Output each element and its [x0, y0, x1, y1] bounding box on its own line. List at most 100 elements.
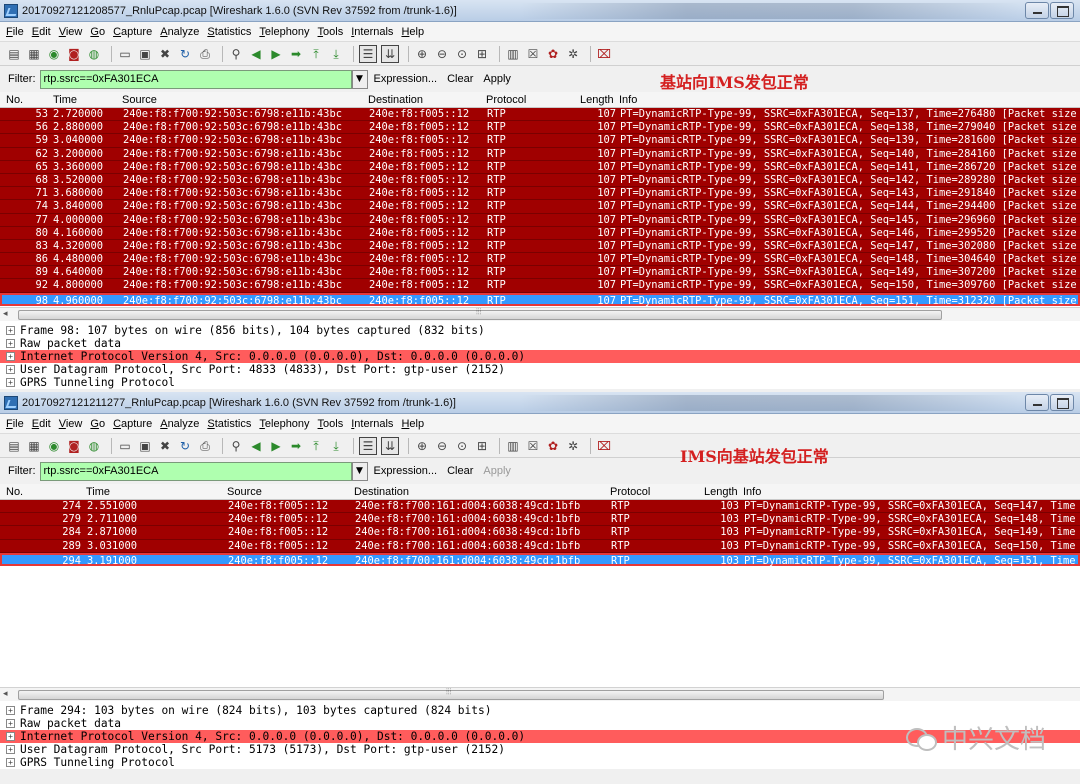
detail-tree-item[interactable]: + Internet Protocol Version 4, Src: 0.0.0…	[0, 350, 1080, 363]
stop-capture-icon[interactable]: ◙	[66, 46, 82, 62]
column-header-source[interactable]: Source	[122, 94, 157, 106]
detail-tree-item[interactable]: + Frame 98: 107 bytes on wire (856 bits),…	[0, 324, 1080, 337]
expand-icon[interactable]: +	[6, 706, 15, 715]
normal-size-icon[interactable]: ⊙	[454, 438, 470, 454]
menu-tools[interactable]: Tools	[318, 418, 344, 430]
column-header-source[interactable]: Source	[227, 486, 262, 498]
column-header-destination[interactable]: Destination	[368, 94, 423, 106]
column-header-length[interactable]: Length	[704, 486, 738, 498]
menu-analyze[interactable]: Analyze	[160, 418, 199, 430]
packet-row[interactable]: 98 4.960000 240e:f8:f700:92:503c:6798:e11b…	[0, 292, 1080, 307]
goto-icon[interactable]: ➡	[288, 438, 304, 454]
reload-icon[interactable]: ↻	[177, 438, 193, 454]
packet-row[interactable]: 80 4.160000 240e:f8:f700:92:503c:6798:e11b…	[0, 226, 1080, 240]
first-packet-icon[interactable]: ⤒	[308, 46, 324, 62]
menu-help[interactable]: Help	[401, 26, 424, 38]
autoscroll-icon[interactable]: ⇊	[381, 44, 399, 63]
horizontal-scrollbar[interactable]: ◂ ⦙⦙⦙	[0, 307, 1080, 321]
zoom-out-icon[interactable]: ⊖	[434, 46, 450, 62]
packet-row[interactable]: 86 4.480000 240e:f8:f700:92:503c:6798:e11b…	[0, 253, 1080, 267]
capture-filters-icon[interactable]: ▥	[505, 46, 521, 62]
print-icon[interactable]: ⎙	[197, 438, 213, 454]
reload-icon[interactable]: ↻	[177, 46, 193, 62]
clear-button[interactable]: Clear	[447, 465, 473, 477]
colorize-icon[interactable]: ☰	[359, 436, 377, 455]
expression-button[interactable]: Expression...	[374, 465, 438, 477]
open-file-icon[interactable]: ▭	[117, 46, 133, 62]
goto-icon[interactable]: ➡	[288, 46, 304, 62]
maximize-button[interactable]	[1050, 2, 1074, 19]
interface-list-icon[interactable]: ▤	[6, 438, 22, 454]
expand-icon[interactable]: +	[6, 719, 15, 728]
menu-statistics[interactable]: Statistics	[207, 418, 251, 430]
column-header-info[interactable]: Info	[743, 486, 761, 498]
interface-list-icon[interactable]: ▤	[6, 46, 22, 62]
save-file-icon[interactable]: ▣	[137, 46, 153, 62]
menu-internals[interactable]: Internals	[351, 418, 393, 430]
restart-capture-icon[interactable]: ◍	[86, 46, 102, 62]
menu-view[interactable]: View	[59, 418, 83, 430]
column-header-length[interactable]: Length	[580, 94, 614, 106]
clear-button[interactable]: Clear	[447, 73, 473, 85]
filter-input[interactable]: rtp.ssrc==0xFA301ECA	[39, 461, 352, 481]
detail-tree-item[interactable]: + User Datagram Protocol, Src Port: 4833 …	[0, 363, 1080, 376]
display-filters-icon[interactable]: ☒	[525, 438, 541, 454]
detail-tree-item[interactable]: + GPRS Tunneling Protocol	[0, 756, 1080, 769]
capture-options-icon[interactable]: ▦	[26, 46, 42, 62]
packet-row[interactable]: 53 2.720000 240e:f8:f700:92:503c:6798:e11b…	[0, 108, 1080, 122]
menu-telephony[interactable]: Telephony	[259, 26, 309, 38]
expand-icon[interactable]: +	[6, 378, 15, 387]
packet-row[interactable]: 56 2.880000 240e:f8:f700:92:503c:6798:e11b…	[0, 121, 1080, 135]
packet-row[interactable]: 71 3.680000 240e:f8:f700:92:503c:6798:e11b…	[0, 187, 1080, 201]
autoscroll-icon[interactable]: ⇊	[381, 436, 399, 455]
normal-size-icon[interactable]: ⊙	[454, 46, 470, 62]
packet-row[interactable]: 294 3.191000 240e:f8:f005::12 240e:f8:f700:…	[0, 552, 1080, 567]
minimize-button[interactable]	[1025, 394, 1049, 411]
apply-button[interactable]: Apply	[483, 73, 511, 85]
close-file-icon[interactable]: ✖	[157, 438, 173, 454]
close-file-icon[interactable]: ✖	[157, 46, 173, 62]
back-icon[interactable]: ◀	[248, 438, 264, 454]
zoom-out-icon[interactable]: ⊖	[434, 438, 450, 454]
filter-dropdown-arrow-icon[interactable]: ▼	[351, 69, 368, 89]
menu-analyze[interactable]: Analyze	[160, 26, 199, 38]
expand-icon[interactable]: +	[6, 745, 15, 754]
apply-button[interactable]: Apply	[483, 465, 511, 477]
horizontal-scrollbar[interactable]: ◂ ⦙⦙⦙	[0, 687, 1080, 701]
detail-tree-item[interactable]: + Raw packet data	[0, 337, 1080, 350]
packet-row[interactable]: 74 3.840000 240e:f8:f700:92:503c:6798:e11b…	[0, 200, 1080, 214]
forward-icon[interactable]: ▶	[268, 46, 284, 62]
menu-help[interactable]: Help	[401, 418, 424, 430]
expand-icon[interactable]: +	[6, 326, 15, 335]
first-packet-icon[interactable]: ⤒	[308, 438, 324, 454]
expression-button[interactable]: Expression...	[374, 73, 438, 85]
restart-capture-icon[interactable]: ◍	[86, 438, 102, 454]
packet-row[interactable]: 59 3.040000 240e:f8:f700:92:503c:6798:e11b…	[0, 134, 1080, 148]
expand-icon[interactable]: +	[6, 352, 15, 361]
packet-row[interactable]: 284 2.871000 240e:f8:f005::12 240e:f8:f700:…	[0, 526, 1080, 540]
minimize-button[interactable]	[1025, 2, 1049, 19]
menu-internals[interactable]: Internals	[351, 26, 393, 38]
help-icon[interactable]: ⌧	[596, 438, 612, 454]
column-header-no[interactable]: No.	[6, 94, 23, 106]
scroll-left-arrow-icon[interactable]: ◂	[3, 309, 8, 319]
column-header-protocol[interactable]: Protocol	[610, 486, 650, 498]
packet-row[interactable]: 83 4.320000 240e:f8:f700:92:503c:6798:e11b…	[0, 239, 1080, 254]
start-capture-icon[interactable]: ◉	[46, 438, 62, 454]
resize-columns-icon[interactable]: ⊞	[474, 438, 490, 454]
print-icon[interactable]: ⎙	[197, 46, 213, 62]
filter-dropdown-arrow-icon[interactable]: ▼	[351, 461, 368, 481]
menu-capture[interactable]: Capture	[113, 26, 152, 38]
menu-telephony[interactable]: Telephony	[259, 418, 309, 430]
packet-row[interactable]: 77 4.000000 240e:f8:f700:92:503c:6798:e11b…	[0, 213, 1080, 227]
scroll-left-arrow-icon[interactable]: ◂	[3, 689, 8, 699]
packet-row[interactable]: 92 4.800000 240e:f8:f700:92:503c:6798:e11b…	[0, 279, 1080, 293]
last-packet-icon[interactable]: ⤓	[328, 438, 344, 454]
preferences-icon[interactable]: ✲	[565, 438, 581, 454]
find-icon[interactable]: ⚲	[228, 46, 244, 62]
filter-input[interactable]: rtp.ssrc==0xFA301ECA	[39, 69, 352, 89]
packet-row[interactable]: 274 2.551000 240e:f8:f005::12 240e:f8:f700:…	[0, 500, 1080, 514]
zoom-in-icon[interactable]: ⊕	[414, 438, 430, 454]
forward-icon[interactable]: ▶	[268, 438, 284, 454]
zoom-in-icon[interactable]: ⊕	[414, 46, 430, 62]
